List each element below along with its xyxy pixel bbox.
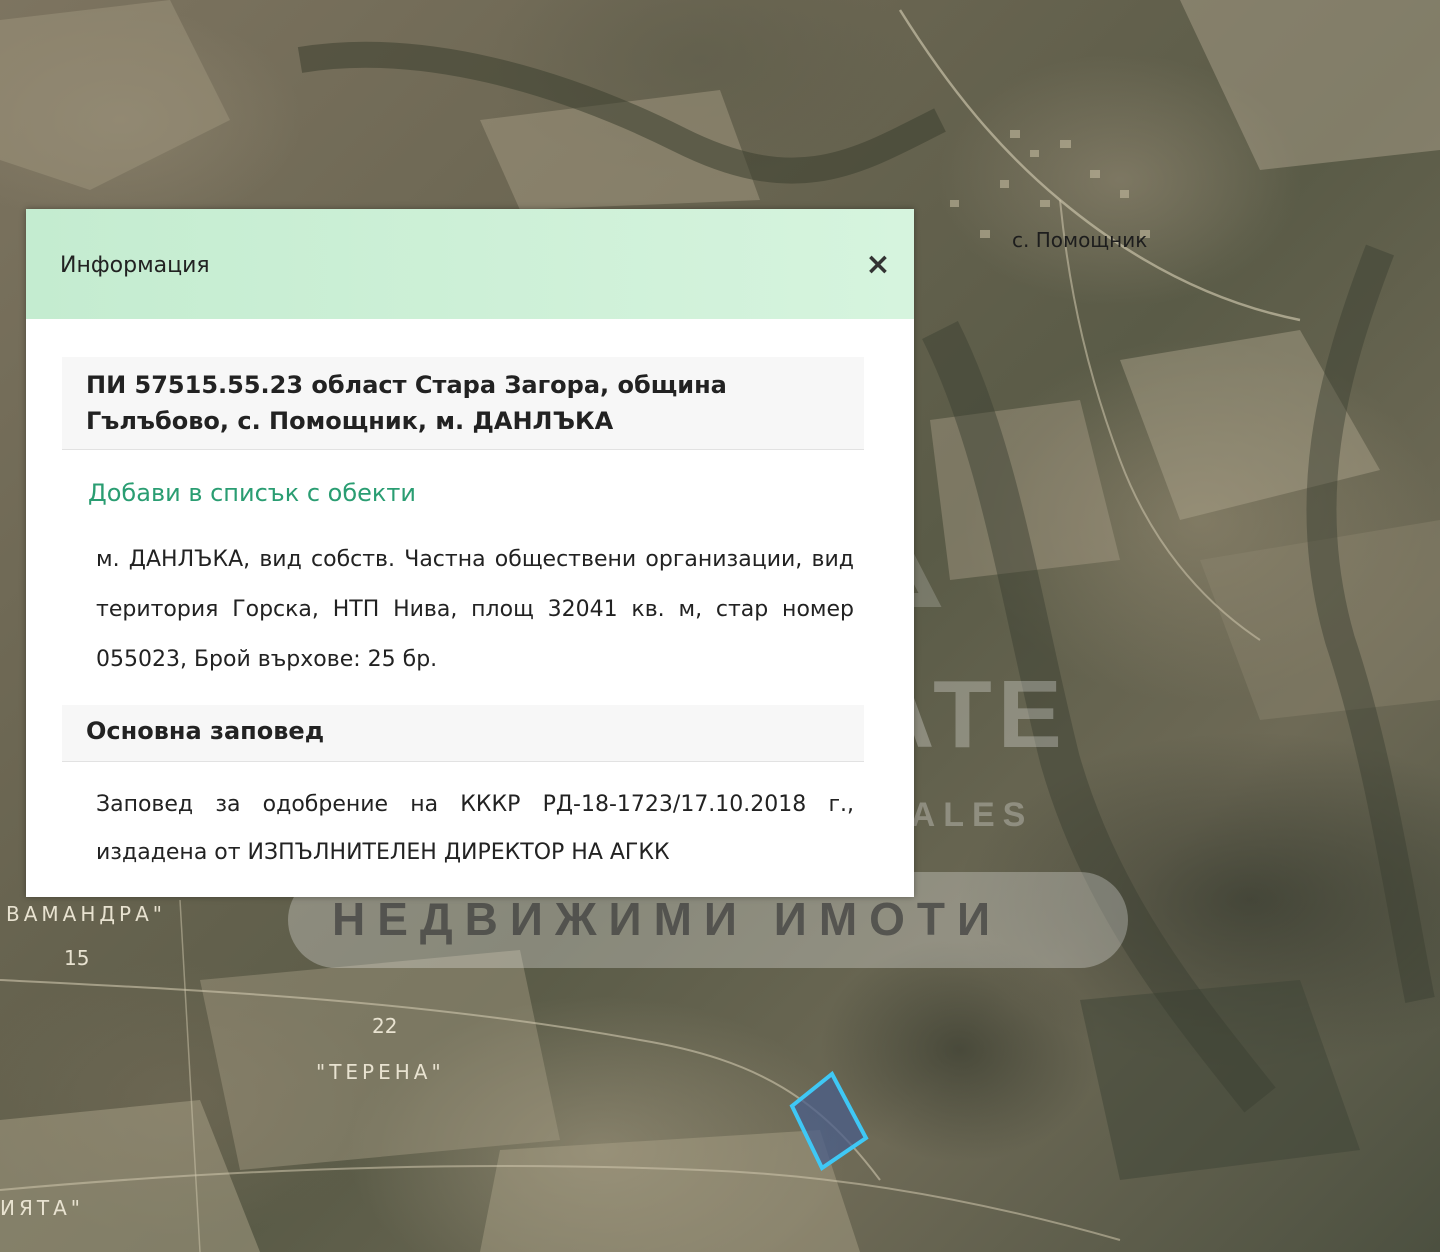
village-label: с. Помощник	[1012, 228, 1148, 252]
area-label-bottom: ИЯТА"	[0, 1196, 84, 1220]
area-label-terena: "ТЕРЕНА"	[316, 1060, 445, 1084]
parcel-number-label: 15	[64, 946, 90, 970]
parcel-number-label: 22	[372, 1014, 398, 1038]
popup-header: Информация ×	[26, 209, 914, 319]
field-patch	[0, 1100, 260, 1252]
parcel-title-box: ПИ 57515.55.23 област Стара Загора, общи…	[62, 357, 864, 450]
village-cluster	[950, 130, 1150, 238]
field-patch	[480, 1130, 860, 1252]
parcel-title: ПИ 57515.55.23 област Стара Загора, общи…	[86, 371, 727, 435]
add-to-list-link[interactable]: Добави в списък с обекти	[88, 479, 416, 507]
order-title: Основна заповед	[86, 717, 325, 745]
close-icon[interactable]: ×	[862, 249, 894, 281]
parcel-description: м. ДАНЛЪКА, вид собств. Частна обществен…	[96, 547, 854, 672]
field-patch	[1180, 0, 1440, 170]
field-patch	[0, 0, 230, 190]
info-popup: Информация × ПИ 57515.55.23 област Стара…	[26, 209, 914, 897]
order-title-box: Основна заповед	[62, 705, 864, 762]
area-label-vamandra: ВАМАНДРА"	[6, 902, 166, 926]
order-text: Заповед за одобрение на КККР РД-18-1723/…	[96, 792, 854, 865]
popup-title: Информация	[60, 253, 210, 278]
watermark-realestate: НЕДВИЖИМИ ИМОТИ	[332, 893, 1003, 945]
